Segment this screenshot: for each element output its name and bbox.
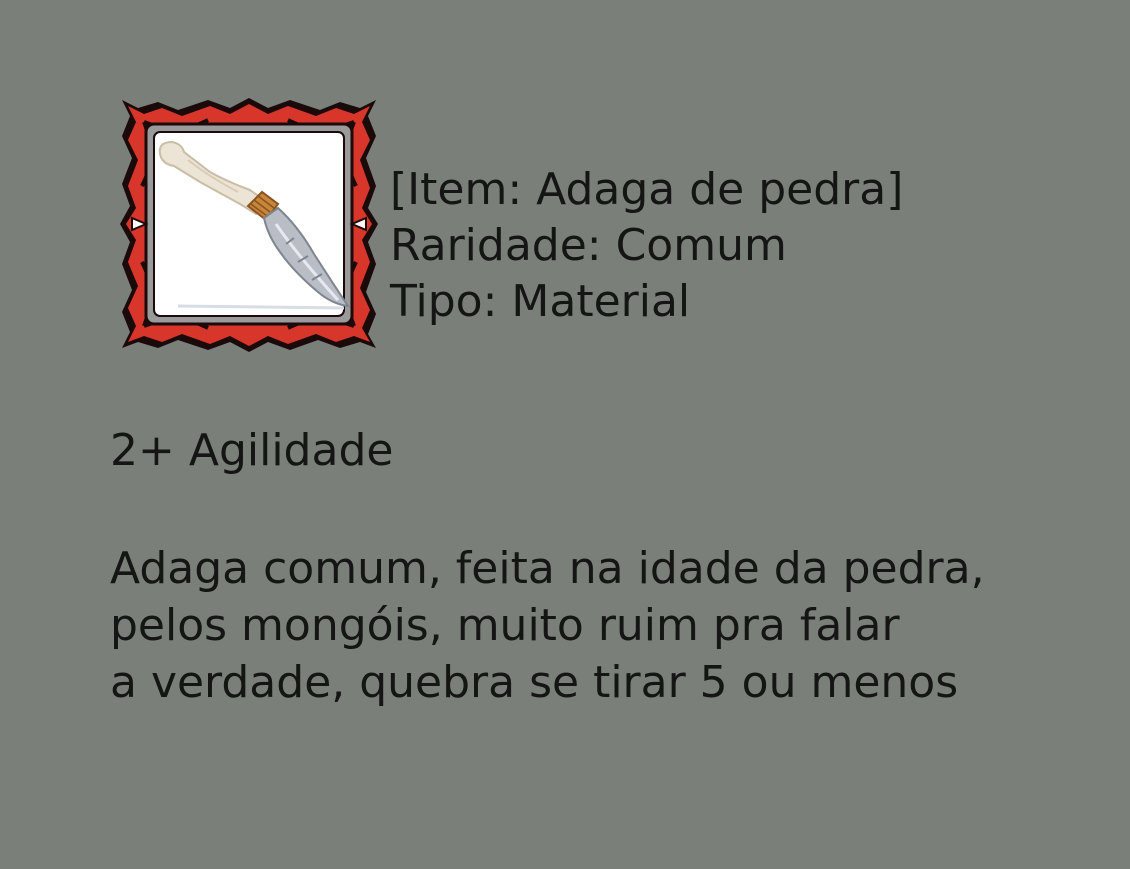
item-rarity: Raridade: Comum [390,220,787,271]
description-line: pelos mongóis, muito ruim pra falar [110,600,900,651]
description-line: a verdade, quebra se tirar 5 ou menos [110,657,959,708]
item-icon-frame [118,96,380,352]
description-line: Adaga comum, feita na idade da pedra, [110,543,985,594]
item-header: [Item: Adaga de pedra] Raridade: Comum T… [390,162,903,330]
item-type: Tipo: Material [390,276,691,327]
item-name: [Item: Adaga de pedra] [390,164,904,215]
stone-dagger-icon [120,98,378,352]
item-description: Adaga comum, feita na idade da pedra, pe… [110,540,985,711]
item-card: [Item: Adaga de pedra] Raridade: Comum T… [0,0,1130,869]
item-stat-agility: 2+ Agilidade [110,425,394,476]
